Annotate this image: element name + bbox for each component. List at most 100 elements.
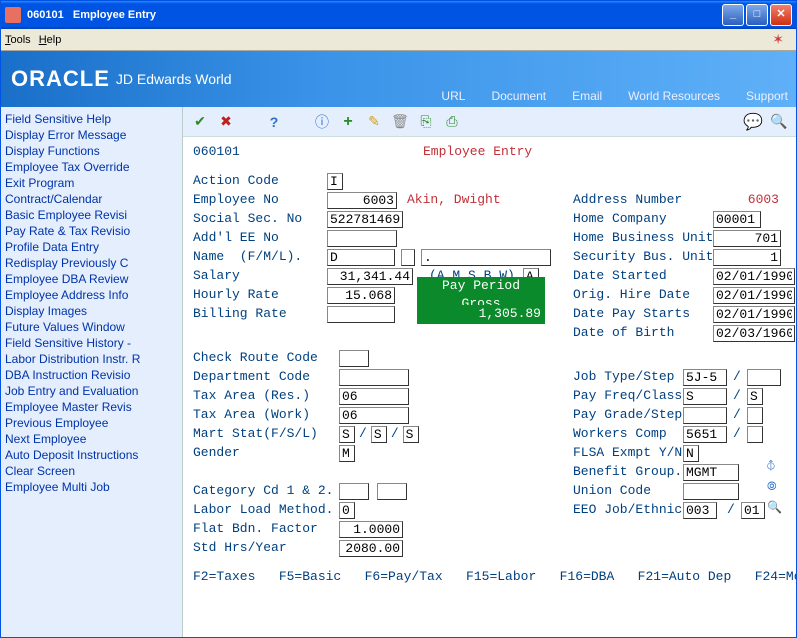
mart-f-input[interactable]: [339, 426, 355, 443]
job-step-input[interactable]: [747, 369, 781, 386]
sec-bu-input[interactable]: [713, 249, 781, 266]
flsa-input[interactable]: [683, 445, 699, 462]
link-url[interactable]: URL: [441, 89, 465, 103]
minimize-button[interactable]: _: [722, 4, 744, 26]
labor-load-input[interactable]: [339, 502, 355, 519]
scroll-up-icon[interactable]: ⦽: [767, 458, 782, 475]
import-icon[interactable]: ⎙: [443, 113, 461, 131]
ssn-input[interactable]: [327, 211, 403, 228]
label-gender: Gender: [193, 444, 335, 463]
label-action-code: Action Code: [193, 172, 323, 191]
link-world-resources[interactable]: World Resources: [628, 89, 720, 103]
help-icon[interactable]: ?: [265, 113, 283, 131]
app-icon: [5, 7, 21, 23]
sidebar-item[interactable]: Pay Rate & Tax Revisio: [1, 223, 182, 239]
label-employee-no: Employee No: [193, 191, 323, 210]
eeo-ethnic-input[interactable]: [741, 502, 765, 519]
sidebar-item[interactable]: Employee Tax Override: [1, 159, 182, 175]
info-icon[interactable]: ⓘ: [313, 113, 331, 131]
home-company-input[interactable]: [713, 211, 761, 228]
sidebar-item[interactable]: Field Sensitive Help: [1, 111, 182, 127]
mini-search-icon[interactable]: 🔍: [767, 500, 782, 517]
ok-icon[interactable]: ✔: [191, 113, 209, 131]
edit-icon[interactable]: ✎: [365, 113, 383, 131]
hourly-input[interactable]: [327, 287, 395, 304]
sidebar-item[interactable]: Employee Master Revis: [1, 399, 182, 415]
close-button[interactable]: ✕: [770, 4, 792, 26]
salary-input[interactable]: [327, 268, 413, 285]
cat1-input[interactable]: [339, 483, 369, 500]
sidebar-item[interactable]: Display Functions: [1, 143, 182, 159]
sidebar-item[interactable]: Contract/Calendar: [1, 191, 182, 207]
employee-no-input[interactable]: [327, 192, 397, 209]
sidebar-item[interactable]: Job Entry and Evaluation: [1, 383, 182, 399]
link-support[interactable]: Support: [746, 89, 788, 103]
cat2-input[interactable]: [377, 483, 407, 500]
export-icon[interactable]: ⎘: [417, 113, 435, 131]
union-input[interactable]: [683, 483, 739, 500]
delete-icon[interactable]: 🗑: [391, 113, 409, 131]
date-started-input[interactable]: [713, 268, 795, 285]
sidebar-item[interactable]: Next Employee: [1, 431, 182, 447]
dept-code-input[interactable]: [339, 369, 409, 386]
pay-grade-input[interactable]: [683, 407, 727, 424]
name-f-input[interactable]: [327, 249, 395, 266]
sidebar-item[interactable]: Redisplay Previously C: [1, 255, 182, 271]
sidebar-item[interactable]: Future Values Window: [1, 319, 182, 335]
cancel-icon[interactable]: ✖: [217, 113, 235, 131]
flat-bdn-input[interactable]: [339, 521, 403, 538]
addl-ee-input[interactable]: [327, 230, 397, 247]
tax-work-input[interactable]: [339, 407, 409, 424]
add-icon[interactable]: +: [339, 113, 357, 131]
billing-input[interactable]: [327, 306, 395, 323]
tax-res-input[interactable]: [339, 388, 409, 405]
pay-freq-input[interactable]: [683, 388, 727, 405]
std-hrs-input[interactable]: [339, 540, 403, 557]
sidebar-item[interactable]: Labor Distribution Instr. R: [1, 351, 182, 367]
sidebar-item[interactable]: Display Error Message: [1, 127, 182, 143]
sidebar-item[interactable]: Previous Employee: [1, 415, 182, 431]
menu-tools[interactable]: TToolsools: [5, 34, 31, 46]
label-addl-ee: Add'l EE No: [193, 229, 323, 248]
name-l-input[interactable]: [421, 249, 551, 266]
workers-comp2-input[interactable]: [747, 426, 763, 443]
function-key-bar: F2=Taxes F5=Basic F6=Pay/Tax F15=Labor F…: [193, 568, 786, 587]
label-benefit: Benefit Group.: [573, 463, 682, 482]
dob-input[interactable]: [713, 325, 795, 342]
benefit-input[interactable]: [683, 464, 739, 481]
mart-l-input[interactable]: [403, 426, 419, 443]
action-code-input[interactable]: [327, 173, 343, 190]
sidebar-item[interactable]: Clear Screen: [1, 463, 182, 479]
sidebar-item[interactable]: Basic Employee Revisi: [1, 207, 182, 223]
menu-help[interactable]: HHelpelp: [39, 34, 62, 46]
comments-icon[interactable]: 💬: [744, 113, 762, 131]
sidebar-item[interactable]: Auto Deposit Instructions: [1, 447, 182, 463]
sidebar-item[interactable]: Display Images: [1, 303, 182, 319]
orig-hire-input[interactable]: [713, 287, 795, 304]
name-m-input[interactable]: [401, 249, 415, 266]
search-icon[interactable]: 🔍: [770, 113, 788, 131]
gender-input[interactable]: [339, 445, 355, 462]
link-email[interactable]: Email: [572, 89, 602, 103]
sidebar-item[interactable]: Exit Program: [1, 175, 182, 191]
maximize-button[interactable]: □: [746, 4, 768, 26]
label-billing: Billing Rate: [193, 305, 323, 324]
mart-s-input[interactable]: [371, 426, 387, 443]
workers-comp-input[interactable]: [683, 426, 727, 443]
check-route-input[interactable]: [339, 350, 369, 367]
page-code: 060101: [193, 143, 423, 162]
pay-grade-step-input[interactable]: [747, 407, 763, 424]
home-bu-input[interactable]: [713, 230, 781, 247]
sidebar-item[interactable]: DBA Instruction Revisio: [1, 367, 182, 383]
sidebar-item[interactable]: Employee DBA Review: [1, 271, 182, 287]
job-type-input[interactable]: [683, 369, 727, 386]
date-pay-input[interactable]: [713, 306, 795, 323]
pay-class-input[interactable]: [747, 388, 763, 405]
sidebar-item[interactable]: Field Sensitive History -: [1, 335, 182, 351]
eeo-job-input[interactable]: [683, 502, 717, 519]
scroll-down-icon[interactable]: ⦾: [767, 479, 782, 496]
sidebar-item[interactable]: Employee Address Info: [1, 287, 182, 303]
sidebar-item[interactable]: Profile Data Entry: [1, 239, 182, 255]
sidebar-item[interactable]: Employee Multi Job: [1, 479, 182, 495]
link-document[interactable]: Document: [491, 89, 546, 103]
